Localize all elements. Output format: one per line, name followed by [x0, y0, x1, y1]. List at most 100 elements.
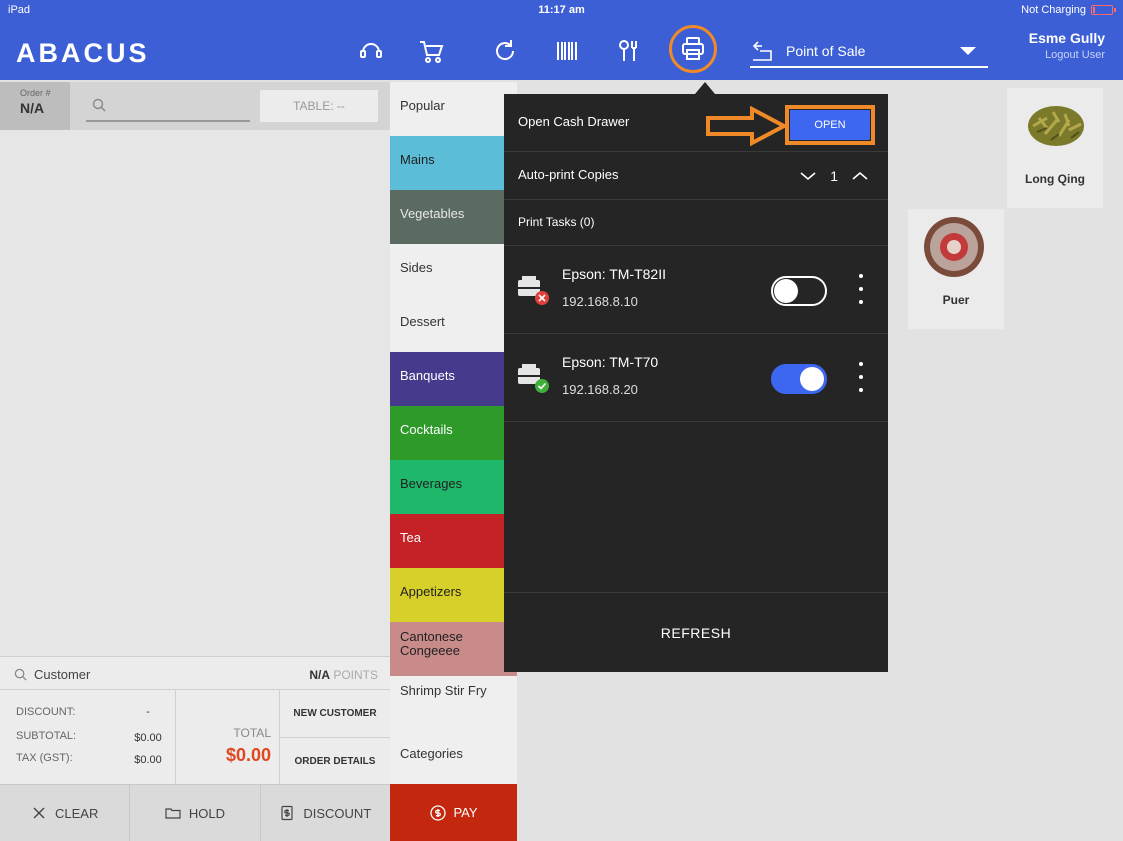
copies-stepper: 1 [800, 168, 868, 184]
auto-print-row: Auto-print Copies 1 [504, 152, 888, 200]
logout-link[interactable]: Logout User [1029, 49, 1105, 61]
category-item[interactable]: Cocktails [390, 406, 517, 461]
clear-button[interactable]: CLEAR [0, 785, 131, 841]
mode-dropdown[interactable]: Point of Sale [750, 36, 988, 68]
user-menu[interactable]: Esme Gully Logout User [1029, 30, 1105, 61]
category-item[interactable]: Tea [390, 514, 517, 569]
battery-icon [1091, 5, 1116, 15]
search-icon [92, 98, 106, 112]
printer-icon[interactable] [669, 25, 717, 73]
order-details-button[interactable]: ORDER DETAILS [280, 737, 390, 784]
order-actions: CLEAR HOLD DISCOUNT [0, 784, 390, 841]
category-item[interactable]: Categories [390, 730, 517, 785]
tea-leaves-image [1028, 106, 1084, 146]
search-icon [14, 668, 27, 681]
support-icon[interactable] [352, 32, 390, 70]
refresh-icon[interactable] [486, 32, 524, 70]
customer-search[interactable]: Customer N/A POINTS [0, 656, 390, 690]
cart-icon[interactable] [412, 32, 450, 70]
product-label: Puer [942, 293, 970, 307]
points-display: N/A POINTS [309, 668, 378, 682]
category-item[interactable]: Beverages [390, 460, 517, 515]
printer-error-icon [518, 276, 549, 305]
category-item[interactable]: Dessert [390, 298, 517, 353]
printer-ip: 192.168.8.10 [562, 294, 638, 309]
printer-row[interactable]: Epson: TM-T82II 192.168.8.10 [504, 246, 888, 334]
app-logo: ABACUS [16, 38, 150, 68]
barcode-icon[interactable] [548, 32, 586, 70]
category-item[interactable]: Banquets [390, 352, 517, 407]
pos-mode-icon [752, 41, 772, 61]
more-options-icon[interactable] [858, 362, 864, 392]
new-customer-button[interactable]: NEW CUSTOMER [280, 690, 390, 737]
product-label: Long Qing [1025, 172, 1085, 186]
customer-label: Customer [34, 667, 91, 682]
annotation-arrow-icon [706, 106, 788, 146]
printer-enable-toggle[interactable] [771, 364, 827, 394]
popover-pointer [695, 82, 715, 94]
order-totals: DISCOUNT: - SUBTOTAL: $0.00 TAX (GST): $… [0, 690, 390, 784]
hold-button[interactable]: HOLD [130, 785, 261, 841]
print-tasks-row[interactable]: Print Tasks (0) [504, 200, 888, 246]
discount-button[interactable]: DISCOUNT [261, 785, 390, 841]
printer-enable-toggle[interactable] [771, 276, 827, 306]
category-item[interactable]: Popular [390, 82, 517, 137]
battery-status: Not Charging [1021, 4, 1086, 16]
clock: 11:17 am [538, 4, 585, 16]
puer-tea-cake-image [924, 217, 984, 277]
chevron-up-icon [852, 171, 868, 180]
order-search-input[interactable] [86, 90, 250, 122]
print-tasks-label: Print Tasks (0) [518, 215, 595, 229]
printer-row[interactable]: Epson: TM-T70 192.168.8.20 [504, 334, 888, 422]
subtotal-value: $0.00 [134, 732, 162, 744]
points-value: N/A [309, 668, 330, 682]
printer-name: Epson: TM-T70 [562, 354, 659, 370]
product-tile-long-qing[interactable]: Long Qing [1007, 88, 1103, 208]
printer-ip: 192.168.8.20 [562, 382, 638, 397]
order-number-label: Order # [20, 88, 51, 98]
kitchen-icon[interactable] [610, 32, 648, 70]
refresh-printers-button[interactable]: REFRESH [504, 592, 888, 672]
category-item[interactable]: Sides [390, 244, 517, 299]
pay-label: PAY [453, 805, 478, 820]
chevron-down-icon [800, 172, 816, 181]
product-tile-puer[interactable]: Puer [908, 209, 1004, 329]
order-items-area [0, 130, 390, 656]
close-icon [33, 807, 45, 819]
mode-label: Point of Sale [786, 43, 866, 59]
category-item[interactable]: Mains [390, 136, 517, 191]
decrease-copies-button[interactable] [800, 168, 816, 184]
printer-popover: Open Cash Drawer OPEN Auto-print Copies … [504, 94, 888, 672]
user-name: Esme Gully [1028, 30, 1105, 46]
auto-print-label: Auto-print Copies [518, 167, 619, 182]
category-item[interactable]: Shrimp Stir Fry [390, 676, 517, 731]
tax-value: $0.00 [134, 754, 162, 766]
pay-button[interactable]: PAY [390, 784, 517, 841]
category-item[interactable]: Vegetables [390, 190, 517, 245]
table-selector[interactable]: TABLE: -- [260, 90, 378, 122]
tax-label: TAX (GST): [16, 752, 73, 764]
total-value: $0.00 [225, 745, 271, 765]
discount-label: DISCOUNT [303, 805, 372, 821]
order-number-box: Order # N/A [0, 82, 70, 130]
increase-copies-button[interactable] [852, 168, 868, 184]
folder-icon [165, 808, 181, 819]
category-item[interactable]: Cantonese Congeeee [390, 622, 517, 677]
discount-label: DISCOUNT: [16, 706, 76, 718]
category-item[interactable]: Appetizers [390, 568, 517, 623]
hold-label: HOLD [188, 805, 226, 821]
copies-value: 1 [830, 168, 838, 184]
pay-coin-icon [430, 804, 447, 821]
category-list: Popular Mains Vegetables Sides Dessert Banque… [390, 82, 517, 785]
open-cash-drawer-row: Open Cash Drawer OPEN [504, 94, 888, 152]
open-cash-drawer-button[interactable]: OPEN [790, 110, 870, 140]
more-options-icon[interactable] [858, 274, 864, 304]
chevron-down-icon [960, 47, 976, 55]
order-toolbar: Order # N/A TABLE: -- [0, 82, 390, 130]
app-header: ABACUS Point of Sale Esme Gully Logout U… [0, 22, 1123, 80]
total-label: TOTAL [233, 726, 271, 740]
order-number: N/A [20, 100, 45, 116]
discount-tag-icon [281, 805, 293, 821]
printer-name: Epson: TM-T82II [562, 266, 667, 282]
total-box: TOTAL $0.00 [175, 690, 280, 784]
